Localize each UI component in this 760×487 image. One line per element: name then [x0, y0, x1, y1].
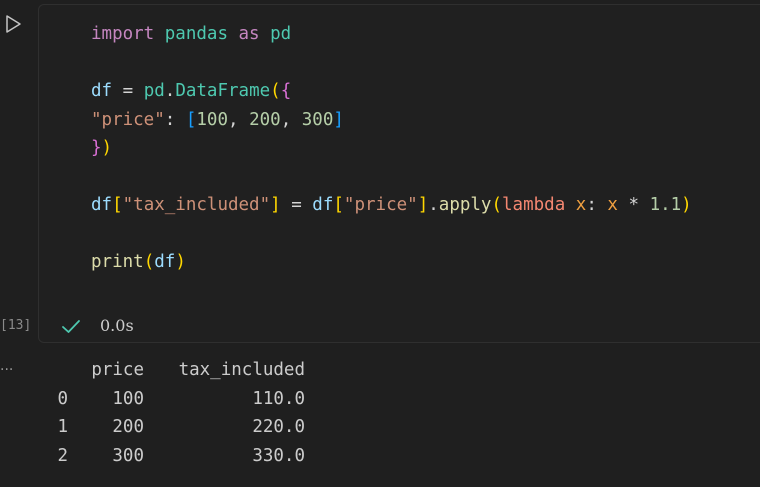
code-token: DataFrame [175, 81, 271, 101]
code-token: ) [101, 138, 113, 158]
code-token: pandas [164, 24, 228, 44]
row-index: 0 [57, 388, 68, 409]
code-token: ] [333, 109, 344, 130]
execution-count: [13] [0, 318, 32, 333]
row-index: 2 [57, 445, 68, 466]
output-row: 0 100 110.0 [0, 389, 760, 418]
code-line[interactable]: import pandas as pd [91, 20, 692, 49]
cell-output: price tax_included 0 100 110.0 1 200 220… [0, 360, 760, 474]
code-token: 300 [301, 109, 334, 130]
code-token: * [617, 195, 650, 215]
code-line[interactable] [91, 220, 692, 249]
cell-price: 100 [112, 388, 144, 409]
output-row: 2 300 330.0 [0, 446, 760, 475]
code-token: = [112, 81, 144, 101]
code-line[interactable]: "price": [100, 200, 300] [91, 106, 692, 135]
row-index: 1 [57, 417, 68, 437]
code-token: ( [270, 81, 281, 101]
code-token: x [575, 195, 587, 215]
code-token: df [154, 252, 176, 272]
code-token: . [164, 81, 176, 101]
cell-price: 300 [112, 445, 144, 466]
code-token: ] [417, 195, 429, 215]
code-token: , [280, 109, 302, 130]
output-header-row: price tax_included [0, 360, 760, 389]
code-token: ( [491, 195, 503, 215]
code-token: df [312, 195, 334, 215]
code-token: pd [143, 81, 165, 101]
code-token: , [228, 109, 250, 130]
code-line[interactable] [91, 163, 692, 192]
code-token: : [586, 195, 608, 215]
code-line[interactable]: }) [91, 134, 692, 163]
code-token: df [91, 195, 113, 215]
code-line[interactable]: df["tax_included"] = df["price"].apply(l… [91, 191, 692, 220]
code-token: pd [270, 24, 292, 44]
code-token: lambda [502, 195, 566, 215]
code-line[interactable] [91, 49, 692, 78]
code-token: import [91, 24, 155, 44]
code-line[interactable]: print(df) [91, 248, 692, 277]
code-editor[interactable]: import pandas as pd df = pd.DataFrame({"p… [91, 20, 692, 277]
code-token: [ [185, 109, 197, 130]
code-line[interactable]: df = pd.DataFrame({ [91, 77, 692, 106]
code-token: } [91, 138, 102, 158]
cell-tax-included: 220.0 [252, 417, 305, 437]
output-row: 1 200 220.0 [0, 417, 760, 446]
play-icon [6, 15, 21, 33]
code-token: [ [112, 195, 123, 215]
run-cell-button[interactable] [3, 14, 23, 34]
code-token: = [280, 195, 313, 215]
check-icon [62, 320, 80, 333]
code-token: "tax_included" [122, 195, 271, 215]
code-token: ] [270, 195, 281, 215]
cell-tax-included: 110.0 [252, 388, 305, 409]
code-token: : [164, 109, 186, 130]
cell-tax-included: 330.0 [252, 445, 305, 466]
code-token: as [227, 24, 271, 44]
code-token: { [280, 81, 292, 101]
notebook-view: import pandas as pd df = pd.DataFrame({"p… [0, 0, 760, 487]
code-token: . [428, 195, 439, 215]
cell-price: 200 [112, 417, 144, 437]
code-token: [ [333, 195, 344, 215]
code-token: ( [143, 252, 155, 272]
code-token: apply [438, 195, 492, 215]
code-token: x [607, 195, 618, 215]
execution-duration: 0.0s [100, 316, 134, 335]
code-token: 100 [196, 109, 228, 130]
column-header-tax-included: tax_included [178, 360, 305, 380]
code-token: df [91, 81, 113, 101]
column-header-price: price [91, 360, 144, 380]
code-token: ) [175, 252, 186, 272]
code-token: 1.1 [649, 195, 682, 215]
code-token: "price" [343, 195, 418, 215]
code-token: ) [681, 195, 692, 215]
code-token: "price" [91, 109, 165, 130]
code-token: 200 [249, 109, 281, 130]
code-token: print [91, 252, 144, 272]
